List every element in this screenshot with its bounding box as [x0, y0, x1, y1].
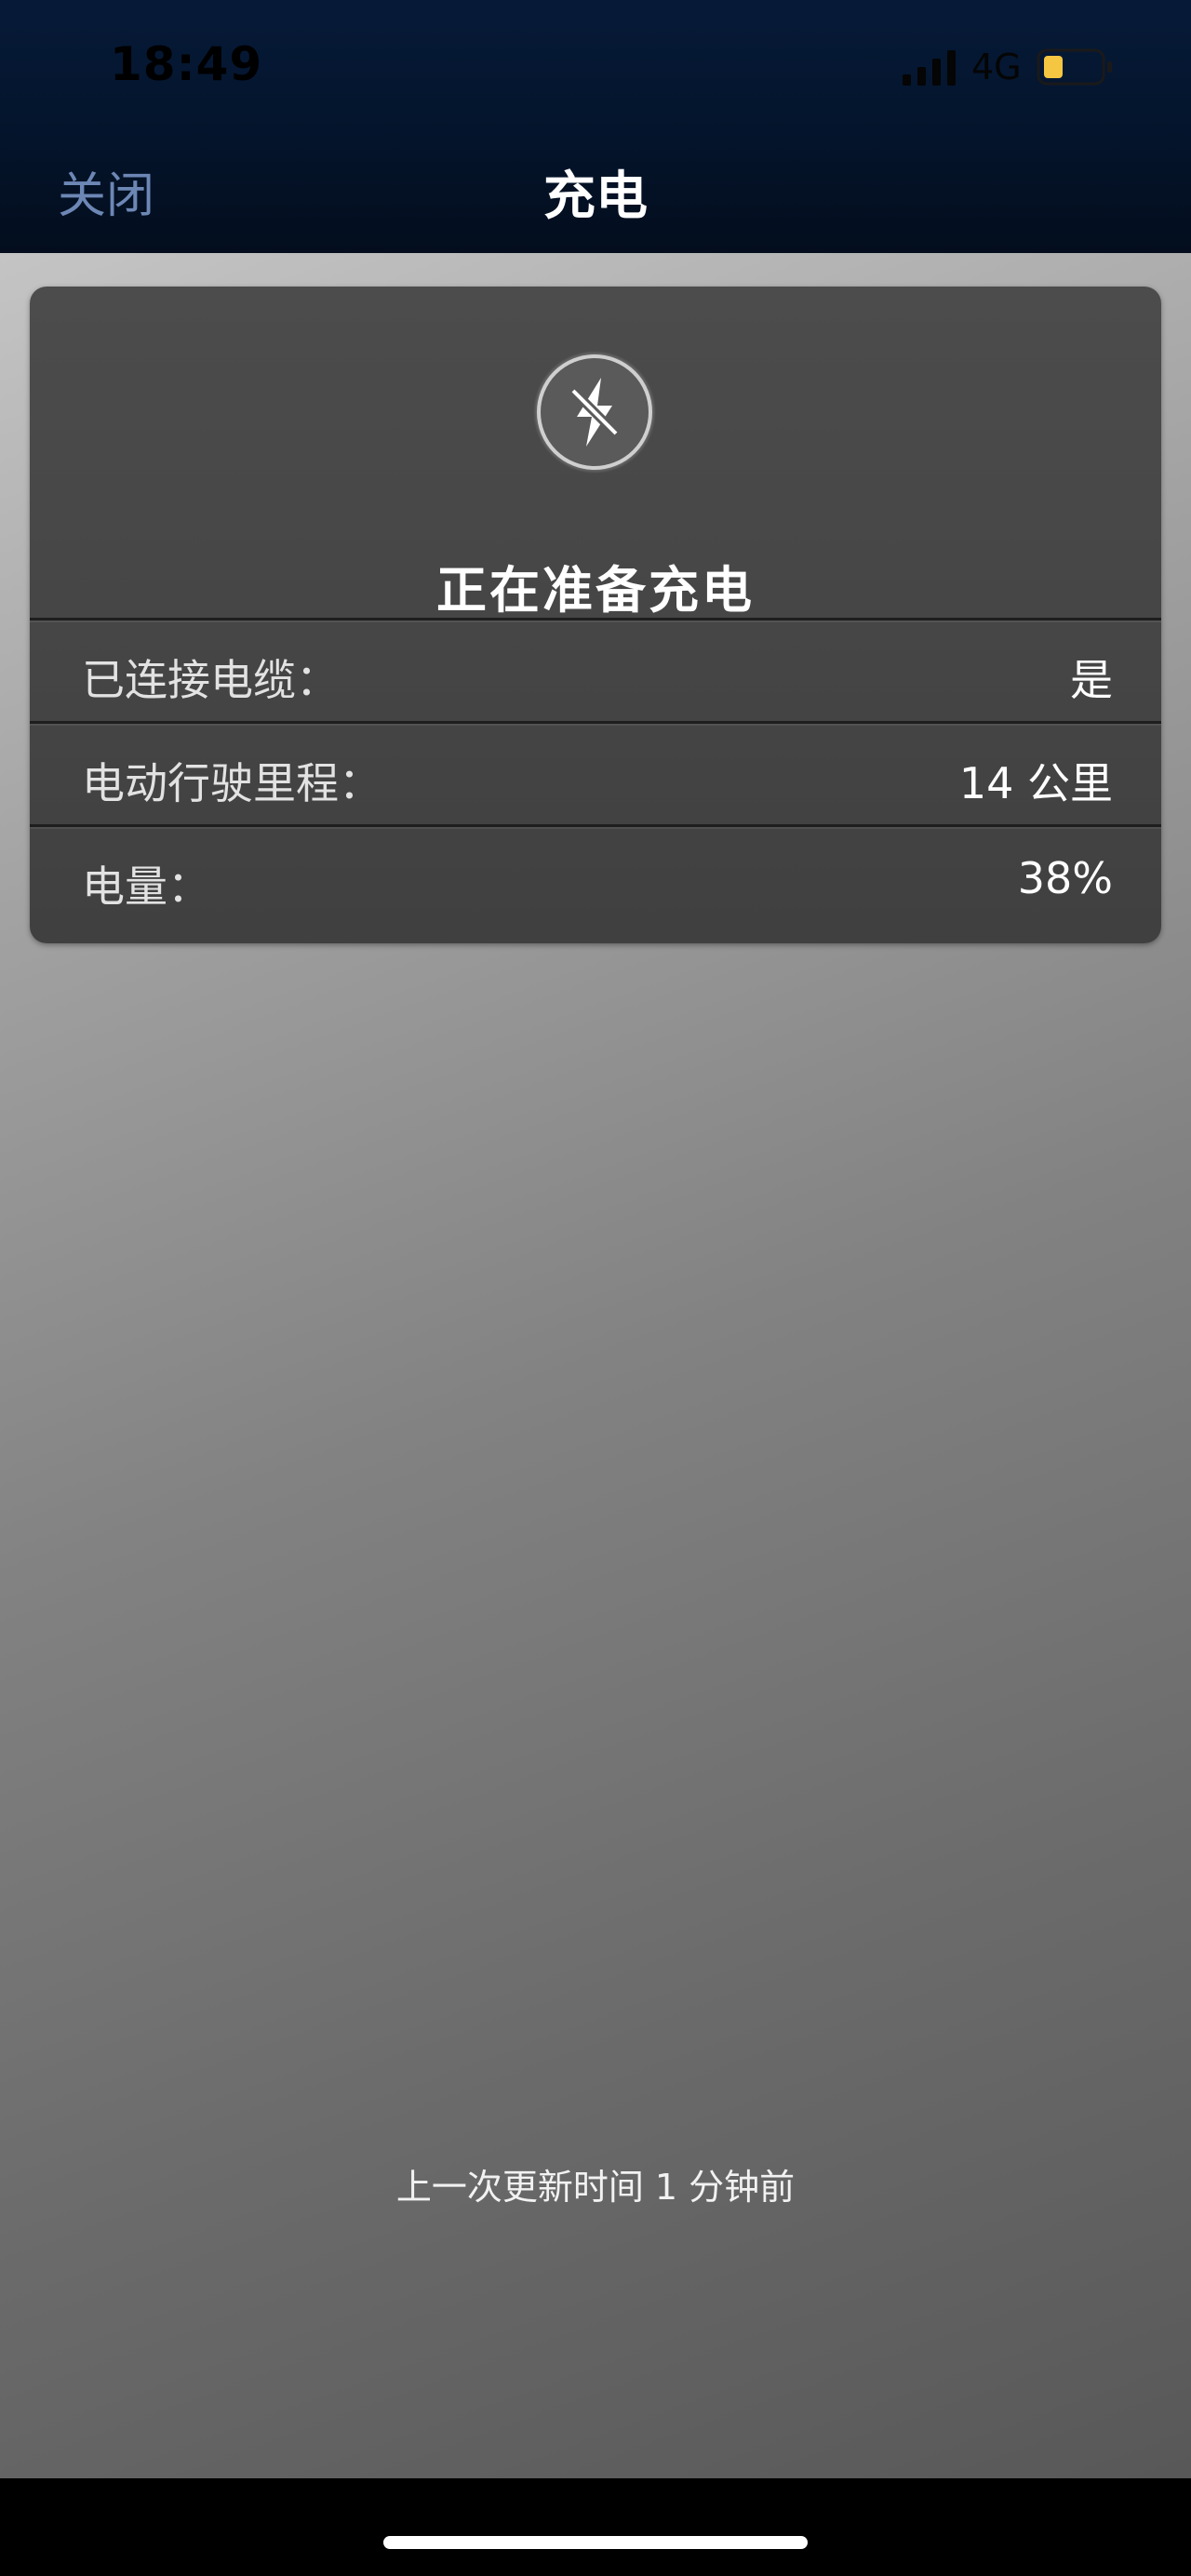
home-indicator[interactable] [383, 2536, 808, 2549]
row-value: 14 公里 [958, 758, 1113, 808]
info-row-battery-level: 电量： 38% [30, 824, 1161, 928]
row-value: 38% [1017, 853, 1113, 903]
charging-status-card: 正在准备充电 已连接电缆： 是 电动行驶里程： 14 公里 电量： 38% [30, 287, 1161, 943]
row-label: 已连接电缆： [82, 655, 339, 705]
info-row-cable: 已连接电缆： 是 [30, 618, 1161, 721]
battery-icon [1037, 48, 1112, 86]
status-time: 18:49 [110, 37, 263, 91]
bottom-bar [0, 2478, 1191, 2576]
top-bar: 18:49 4G 关闭 充电 [0, 0, 1191, 253]
row-value: 是 [1070, 655, 1113, 705]
network-type-label: 4G [971, 47, 1022, 87]
charging-bolt-icon [533, 351, 656, 474]
main-content: 正在准备充电 已连接电缆： 是 电动行驶里程： 14 公里 电量： 38% [0, 253, 1191, 2478]
signal-icon [903, 50, 956, 86]
last-update-text: 上一次更新时间 1 分钟前 [395, 2167, 796, 2208]
card-header: 正在准备充电 [30, 287, 1161, 620]
row-label: 电动行驶里程： [82, 758, 381, 808]
row-label: 电量： [82, 861, 210, 912]
info-row-range: 电动行驶里程： 14 公里 [30, 721, 1161, 824]
charging-status-title: 正在准备充电 [436, 561, 755, 620]
nav-title: 充电 [543, 167, 648, 227]
charging-screen: 18:49 4G 关闭 充电 正在准备充电 已连接电缆： 是 电动行驶里程： 1… [0, 0, 1191, 2576]
